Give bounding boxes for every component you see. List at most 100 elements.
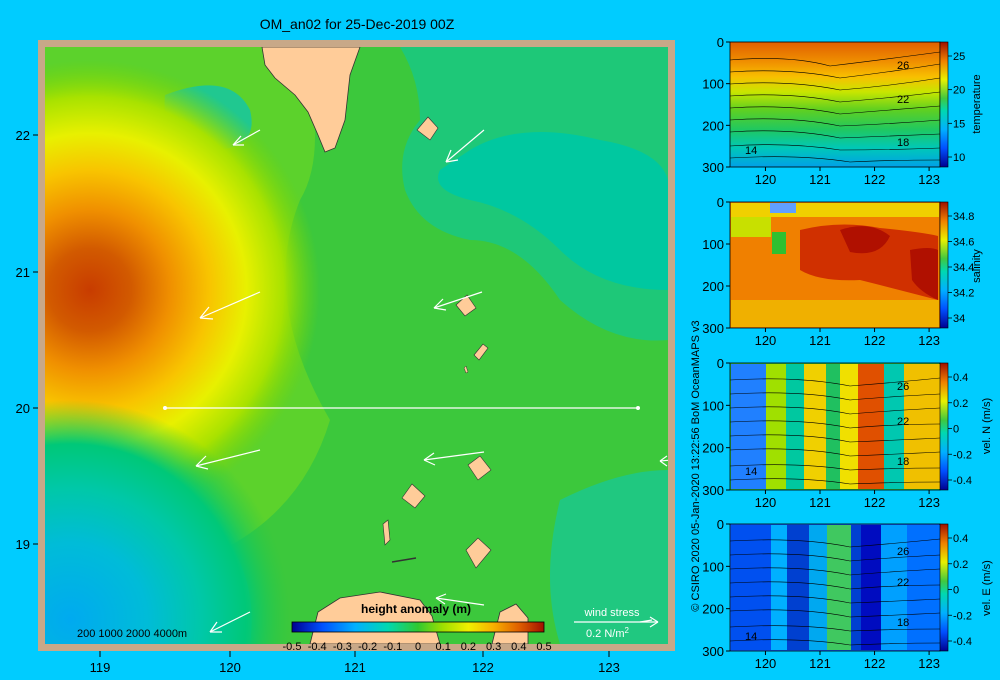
map-lat-tick: 20	[16, 401, 30, 416]
section-colorbar-tick-label: 34.8	[953, 211, 974, 223]
temperature-contour-label: 26	[897, 60, 909, 72]
section-y-tick-label: 0	[717, 517, 724, 532]
map-lon-ticks: 119 120 121 122 123	[90, 660, 620, 675]
section-x-tick-label: 121	[809, 495, 831, 510]
section-y-tick-label: 100	[702, 559, 724, 574]
section-colorbar-tick-label: -0.2	[953, 449, 972, 461]
colorbar-tick-label: -0.2	[358, 641, 377, 653]
map-lat-tick: 19	[16, 537, 30, 552]
temperature-colorbar	[939, 41, 949, 168]
section-x-tick-label: 122	[864, 172, 886, 187]
section-colorbar-tick-label: -0.2	[953, 610, 972, 622]
section-colorbar-tick-label: 25	[953, 51, 965, 63]
section-temperature: 26 22 18 14 temperature	[729, 41, 983, 168]
colorbar-tick-label: 0	[415, 641, 421, 653]
colorbar-tick-label: 0.5	[536, 641, 551, 653]
section-colorbar-tick-label: 0.2	[953, 398, 968, 410]
vel-n-contour-label: 18	[897, 456, 909, 468]
section-y-tick-label: 200	[702, 279, 724, 294]
section-x-tick-label: 120	[755, 495, 777, 510]
temperature-contour-label: 22	[897, 94, 909, 106]
section-colorbar-tick-label: 0.4	[953, 533, 968, 545]
colorbar-tick-label: 0.2	[461, 641, 476, 653]
colorbar-main	[291, 621, 545, 633]
colorbar-tick-label: 0.4	[511, 641, 526, 653]
vel-e-contour-label: 14	[745, 631, 757, 643]
vel-e-contour-label: 26	[897, 546, 909, 558]
section-colorbar-tick-label: 34.6	[953, 237, 974, 249]
map-lon-tick: 119	[90, 660, 111, 675]
vel-n-colorbar-label: vel. N (m/s)	[981, 398, 993, 454]
section-colorbar-tick-label: -0.4	[953, 636, 972, 648]
section-colorbar-tick-label: 10	[953, 152, 965, 164]
section-x-tick-label: 123	[918, 495, 940, 510]
vel-e-colorbar	[939, 523, 949, 652]
colorbar-tick-label: -0.4	[308, 641, 327, 653]
section-colorbar-tick-label: 0	[953, 585, 959, 597]
colorbar-tick-label: -0.3	[333, 641, 352, 653]
section-colorbar-tick-label: -0.4	[953, 475, 972, 487]
section-colorbar-tick-label: 34	[953, 313, 965, 325]
colorbar-tick-label: -0.5	[283, 641, 302, 653]
temperature-contour-label: 14	[745, 145, 757, 157]
credit-text: © CSIRO 2020 05-Jan-2020 13:22:56 BoM Oc…	[690, 320, 702, 611]
section-y-tick-label: 300	[702, 160, 724, 175]
map-lon-tick: 122	[472, 660, 494, 675]
section-x-tick-label: 122	[864, 333, 886, 348]
vel-n-contour-label: 26	[897, 381, 909, 393]
section-start-marker	[163, 406, 167, 410]
depth-legend: 200 1000 2000 4000m	[77, 628, 187, 640]
vel-e-contour-label: 18	[897, 617, 909, 629]
vel-n-colorbar	[939, 362, 949, 491]
section-y-tick-label: 200	[702, 441, 724, 456]
colorbar-tick-label: 0.1	[436, 641, 451, 653]
map-lon-tick: 123	[598, 660, 620, 675]
section-x-tick-label: 121	[809, 172, 831, 187]
field-low-anomaly	[45, 47, 668, 644]
section-x-tick-label: 121	[809, 656, 831, 671]
section-x-tick-label: 122	[864, 656, 886, 671]
section-x-tick-label: 120	[755, 333, 777, 348]
wind-legend-label: wind stress	[583, 607, 640, 619]
section-colorbar-tick-label: 0.4	[953, 372, 968, 384]
vel-n-contour-label: 22	[897, 416, 909, 428]
section-y-tick-label: 100	[702, 77, 724, 92]
vel-n-contour-label: 14	[745, 466, 757, 478]
section-end-marker	[636, 406, 640, 410]
colorbar-title: height anomaly (m)	[361, 602, 471, 616]
colorbar-tick-label: -0.1	[383, 641, 402, 653]
section-y-tick-label: 200	[702, 118, 724, 133]
section-x-tick-label: 120	[755, 656, 777, 671]
figure-title: OM_an02 for 25-Dec-2019 00Z	[260, 16, 455, 32]
section-x-tick-label: 123	[918, 656, 940, 671]
section-colorbar-tick-label: 34.4	[953, 262, 974, 274]
map-lon-tick: 121	[344, 660, 366, 675]
colorbar-ticks: -0.5 -0.4 -0.3 -0.2 -0.1 0 0.1 0.2 0.3 0.4 0.5	[283, 641, 552, 653]
section-y-tick-label: 300	[702, 321, 724, 336]
section-y-tick-label: 100	[702, 398, 724, 413]
section-colorbar-tick-label: 0	[953, 424, 959, 436]
map-lat-ticks: 22 21 20 19	[16, 128, 30, 552]
vel-e-contour-label: 22	[897, 577, 909, 589]
section-y-tick-label: 200	[702, 602, 724, 617]
section-x-tick-label: 120	[755, 172, 777, 187]
map-lon-tick: 120	[219, 660, 241, 675]
section-y-tick-label: 0	[717, 195, 724, 210]
section-y-tick-label: 0	[717, 356, 724, 371]
vel-e-colorbar-label: vel. E (m/s)	[981, 560, 993, 616]
section-y-tick-label: 300	[702, 483, 724, 498]
colorbar-tick-label: 0.3	[486, 641, 501, 653]
section-y-tick-label: 300	[702, 644, 724, 659]
section-x-tick-label: 123	[918, 333, 940, 348]
wind-legend-value: 0.2 N/m2	[586, 626, 630, 640]
salinity-colorbar	[939, 201, 949, 329]
section-y-tick-label: 0	[717, 35, 724, 50]
section-x-tick-label: 122	[864, 495, 886, 510]
section-salinity: salinity	[729, 201, 983, 329]
section-x-tick-label: 123	[918, 172, 940, 187]
section-y-tick-label: 100	[702, 237, 724, 252]
section-x-tick-label: 121	[809, 333, 831, 348]
section-colorbar-tick-label: 34.2	[953, 288, 974, 300]
section-colorbar-tick-label: 0.2	[953, 559, 968, 571]
map-lat-tick: 22	[16, 128, 30, 143]
